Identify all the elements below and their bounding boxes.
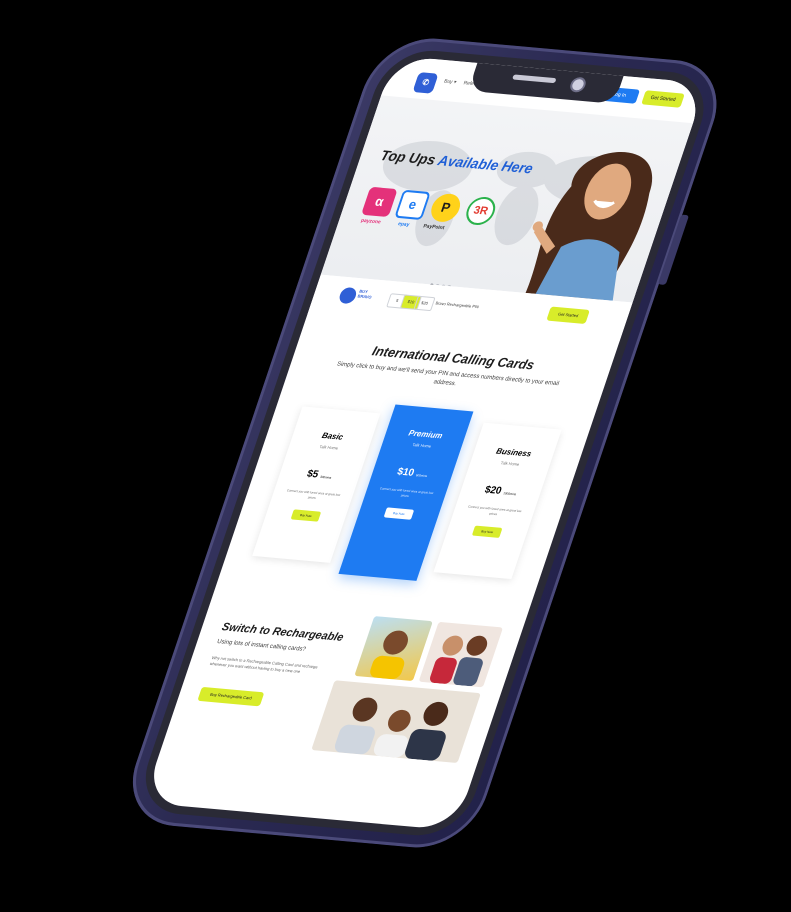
speaker-icon bbox=[512, 74, 557, 84]
buy-now-button[interactable]: Buy Now bbox=[290, 509, 322, 522]
strip-get-started-button[interactable]: Get Started bbox=[546, 306, 590, 324]
buy-bravo-logo-icon bbox=[337, 286, 359, 305]
site-logo[interactable]: ✆ bbox=[412, 72, 439, 94]
strip-label: Bravo Rechargeable PIN bbox=[434, 300, 480, 310]
plan-desc: Connect you with loved ones at great low… bbox=[286, 488, 341, 500]
plan-price: $5 300mins bbox=[305, 468, 332, 481]
nav-link-buy[interactable]: Buy ▾ bbox=[443, 78, 457, 85]
two-women-photo bbox=[418, 621, 504, 688]
rechargeable-body: Why not switch to a Rechargeable Calling… bbox=[209, 654, 319, 675]
plan-desc: Connect you with loved ones at great low… bbox=[467, 504, 523, 517]
plan-price: $20 1000mins bbox=[483, 484, 517, 497]
family-photo bbox=[311, 680, 481, 764]
plan-desc: Connect you with loved ones at great low… bbox=[379, 486, 434, 498]
camera-icon bbox=[568, 76, 588, 93]
phone-mockup: ✆ Buy ▾ Refer Log In Get Started Top Ups… bbox=[116, 33, 733, 853]
hero-banner: Top Ups Available Here α payzone e epay … bbox=[320, 95, 693, 303]
epay-label: epay bbox=[397, 221, 411, 229]
stage: ✆ Buy ▾ Refer Log In Get Started Top Ups… bbox=[0, 0, 791, 912]
buy-rechargeable-button[interactable]: Buy Rechargeable Card bbox=[197, 686, 265, 707]
plan-price: $10 600mins bbox=[395, 466, 428, 479]
buy-bravo-logo-text: BUY BRAVO bbox=[356, 288, 373, 300]
amount-chip-20[interactable]: $20 bbox=[413, 295, 436, 312]
buy-now-button[interactable]: Buy Now bbox=[383, 507, 415, 520]
rechargeable-subtitle: Using lots of instant calling cards? bbox=[216, 639, 307, 653]
get-started-button[interactable]: Get Started bbox=[641, 90, 685, 108]
phone-screen: ✆ Buy ▾ Refer Log In Get Started Top Ups… bbox=[142, 55, 707, 831]
buy-now-button[interactable]: Buy Now bbox=[471, 525, 503, 538]
